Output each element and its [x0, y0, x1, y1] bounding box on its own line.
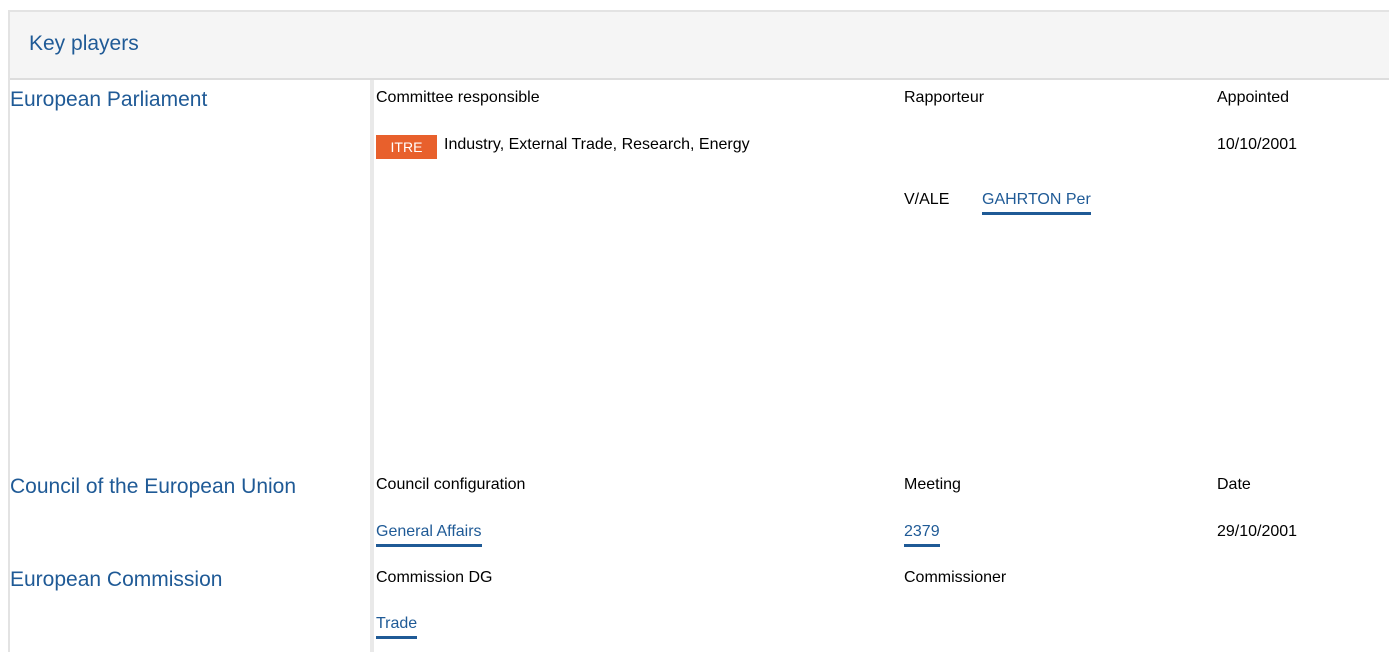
column-divider [370, 80, 374, 652]
actor-council: Council of the European Union [10, 475, 297, 498]
actor-european-commission: European Commission [10, 568, 223, 591]
commission-dg-header: Commission DG [376, 569, 493, 586]
rapporteur-group: V/ALE [904, 191, 950, 208]
rapporteur-link[interactable]: GAHRTON Per [982, 191, 1091, 215]
meeting-date: 29/10/2001 [1217, 523, 1298, 540]
panel-header: Key players [10, 12, 1389, 80]
commission-dg-link[interactable]: Trade [376, 615, 418, 639]
committee-name: Industry, External Trade, Research, Ener… [444, 136, 750, 153]
date-header: Date [1217, 476, 1251, 493]
key-players-panel [8, 10, 1389, 652]
appointed-date: 10/10/2001 [1217, 136, 1298, 153]
panel-title: Key players [29, 32, 139, 55]
council-configuration-header: Council configuration [376, 476, 526, 493]
meeting-header: Meeting [904, 476, 961, 493]
council-configuration-link[interactable]: General Affairs [376, 523, 482, 547]
rapporteur-header: Rapporteur [904, 89, 985, 106]
meeting-link[interactable]: 2379 [904, 523, 940, 547]
committee-responsible-header: Committee responsible [376, 89, 540, 106]
committee-code-badge: ITRE [376, 135, 437, 159]
appointed-header: Appointed [1217, 89, 1290, 106]
commissioner-header: Commissioner [904, 569, 1007, 586]
actor-european-parliament: European Parliament [10, 88, 208, 111]
